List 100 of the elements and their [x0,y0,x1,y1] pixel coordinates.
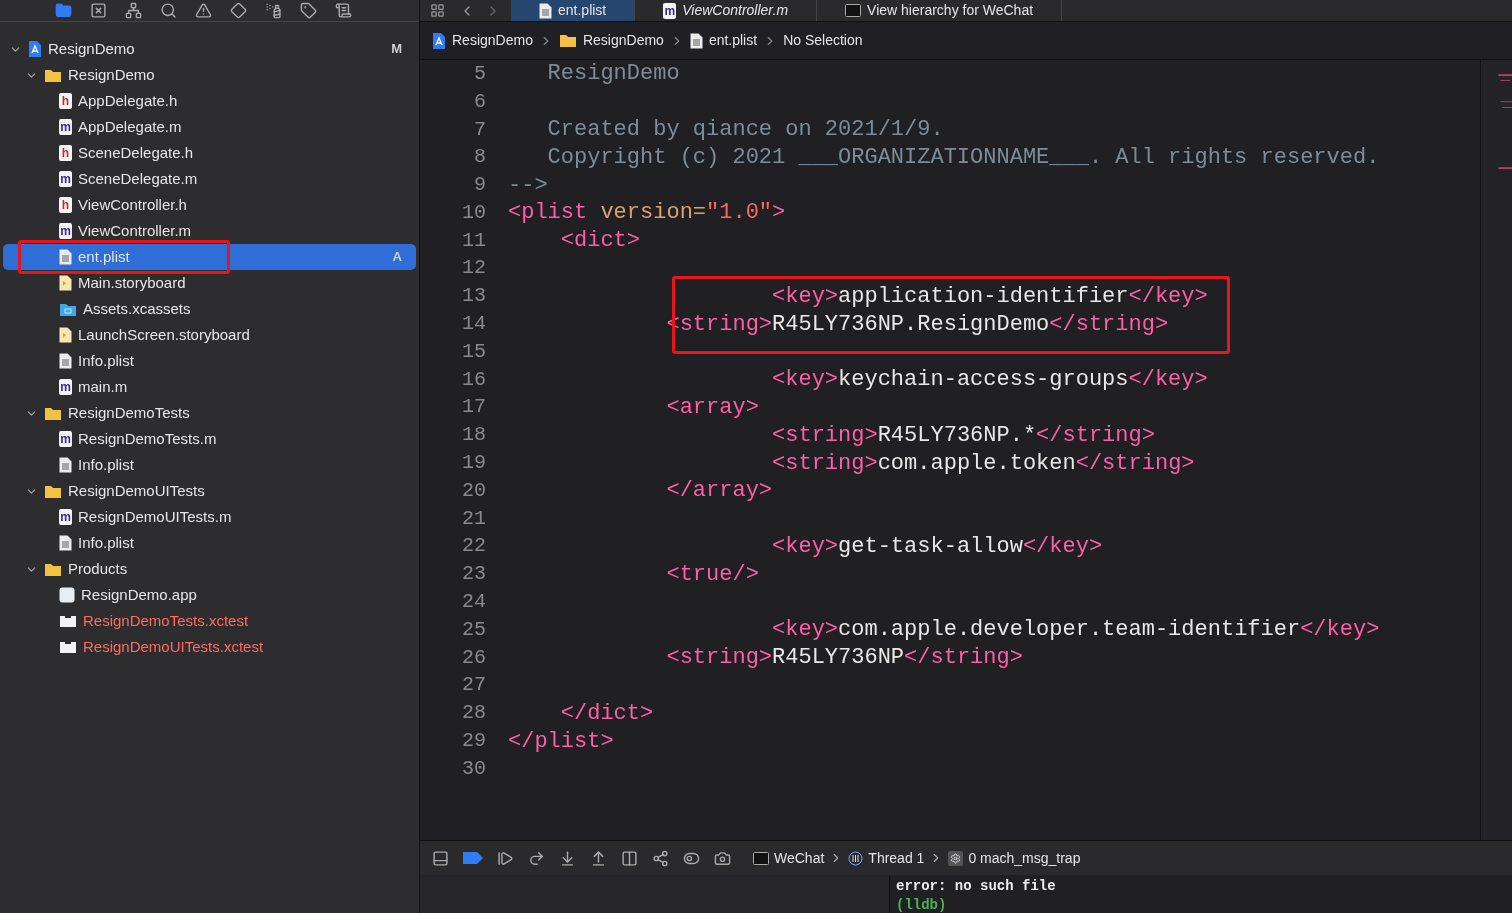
folder-icon [44,483,62,499]
code-token: <key> [771,366,839,395]
code-token: </string> [1049,310,1169,339]
line-number: 6 [473,88,486,115]
editor-tab[interactable]: View hierarchy for WeChat [817,0,1063,21]
file-tree-row[interactable]: LaunchScreen.storyboard [3,322,416,348]
bundle-icon [59,614,77,628]
file-tree-row[interactable]: m ViewController.m [3,218,416,244]
grid-icon[interactable] [430,3,445,18]
code-token: </string> [904,644,1023,673]
folder-icon[interactable] [55,2,72,19]
code-token: R45LY736NP.* [877,421,1037,450]
code-token: ResignDemo [546,60,680,89]
file-tree-row[interactable]: ResignDemo.app [3,582,416,608]
document-icon [59,457,72,473]
file-tree-row[interactable]: h ViewController.h [3,192,416,218]
line-number: 28 [461,700,486,727]
report-icon[interactable] [335,2,352,19]
line-number: 20 [461,477,486,504]
file-tree-row[interactable]: ResignDemoTests [3,400,416,426]
source-file-icon: m [59,119,72,135]
file-tree-row[interactable]: Products [3,556,416,582]
thread-icon [848,850,864,866]
code-token: <string> [665,644,773,673]
file-tree-row[interactable]: ResignDemo [3,62,416,88]
breadcrumb-item[interactable]: No Selection [783,30,863,51]
file-name: SceneDelegate.h [78,142,194,163]
code-token: </string> [1075,449,1195,478]
breadcrumb-item[interactable]: ResignDemo [582,30,664,51]
editor-tab[interactable]: ent.plist [511,0,636,21]
file-tree-row[interactable]: Main.storyboard [3,270,416,296]
step-out-icon[interactable] [590,849,607,867]
breakpoint-icon[interactable] [463,852,483,864]
code-token: </key> [1128,366,1208,395]
file-name: ResignDemoTests.m [78,428,217,449]
editor-tab[interactable]: m ViewController.m [635,0,818,21]
camera-icon[interactable] [714,849,731,867]
file-tree-row[interactable]: Info.plist [3,348,416,374]
file-tree-row[interactable]: h SceneDelegate.h [3,140,416,166]
hierarchy-icon[interactable] [125,2,142,19]
console-line: error: no such file [896,877,1057,896]
code-token: <key> [771,616,839,645]
breadcrumb-item[interactable]: ResignDemo [452,30,533,51]
diamond-icon[interactable] [230,2,247,19]
tag-icon[interactable] [300,2,317,19]
file-tree-row[interactable]: m SceneDelegate.m [3,166,416,192]
file-name: Info.plist [78,532,134,553]
search-icon[interactable] [160,2,177,19]
file-tree-row[interactable]: ResignDemoTests.xctest [3,608,416,634]
panel-icon[interactable] [432,849,449,867]
file-tree-row[interactable]: ResignDemoUITests.xctest [3,634,416,660]
memory-graph-icon[interactable] [652,849,669,867]
breadcrumb-item[interactable]: ent.plist [708,30,758,51]
step-into-icon[interactable] [559,849,576,867]
tab-label: ViewController.m [682,1,789,20]
debug-path-item[interactable]: WeChat [774,847,825,869]
file-tree-row[interactable]: ResignDemoUITests [3,478,416,504]
folder-icon [558,33,577,48]
warning-icon[interactable] [195,2,212,19]
bundle-icon [59,640,77,654]
folder-icon [44,67,62,83]
document-icon [539,2,552,19]
file-tree-row[interactable]: Assets.xcassets [3,296,416,322]
code-token: </plist> [508,727,614,756]
continue-icon[interactable] [497,849,514,867]
tab-label: View hierarchy for WeChat [867,1,1034,20]
code-token: application-identifier [838,282,1129,311]
debug-path-item[interactable]: 0 mach_msg_trap [968,847,1081,869]
file-tree-row[interactable]: h AppDelegate.h [3,88,416,114]
file-name: SceneDelegate.m [78,168,198,189]
code-token: </dict> [559,699,654,728]
document-icon [59,353,72,369]
folder-icon [44,405,62,421]
line-number: 25 [461,616,486,643]
code-token: > [772,199,786,228]
file-tree-row[interactable]: m ResignDemoTests.m [3,426,416,452]
file-name: AppDelegate.h [78,90,178,111]
view-debugger-icon[interactable] [621,849,638,867]
project-icon [432,31,446,50]
line-number: 12 [461,255,486,282]
file-tree-row[interactable]: ResignDemo M [3,36,416,62]
file-tree-row[interactable]: m ResignDemoUITests.m [3,504,416,530]
file-name: ResignDemoUITests.xctest [83,636,264,657]
file-name: Products [68,558,128,579]
app-icon [59,587,75,603]
spray-can-icon[interactable] [265,2,282,19]
code-token: <string> [771,449,878,478]
terminal-icon [753,851,769,865]
file-name: Info.plist [78,350,134,371]
file-tree-row[interactable]: m AppDelegate.m [3,114,416,140]
code-token: R45LY736NP.ResignDemo [772,310,1050,339]
file-tree-row[interactable]: Info.plist [3,452,416,478]
debug-path-item[interactable]: Thread 1 [868,847,925,869]
gear-icon [948,850,964,866]
storyboard-icon [59,275,72,291]
line-number: 23 [461,561,486,588]
file-tree-row[interactable]: m main.m [3,374,416,400]
step-over-icon[interactable] [528,849,545,867]
file-tree-row[interactable]: Info.plist [3,530,416,556]
source-control-icon[interactable] [90,2,107,19]
